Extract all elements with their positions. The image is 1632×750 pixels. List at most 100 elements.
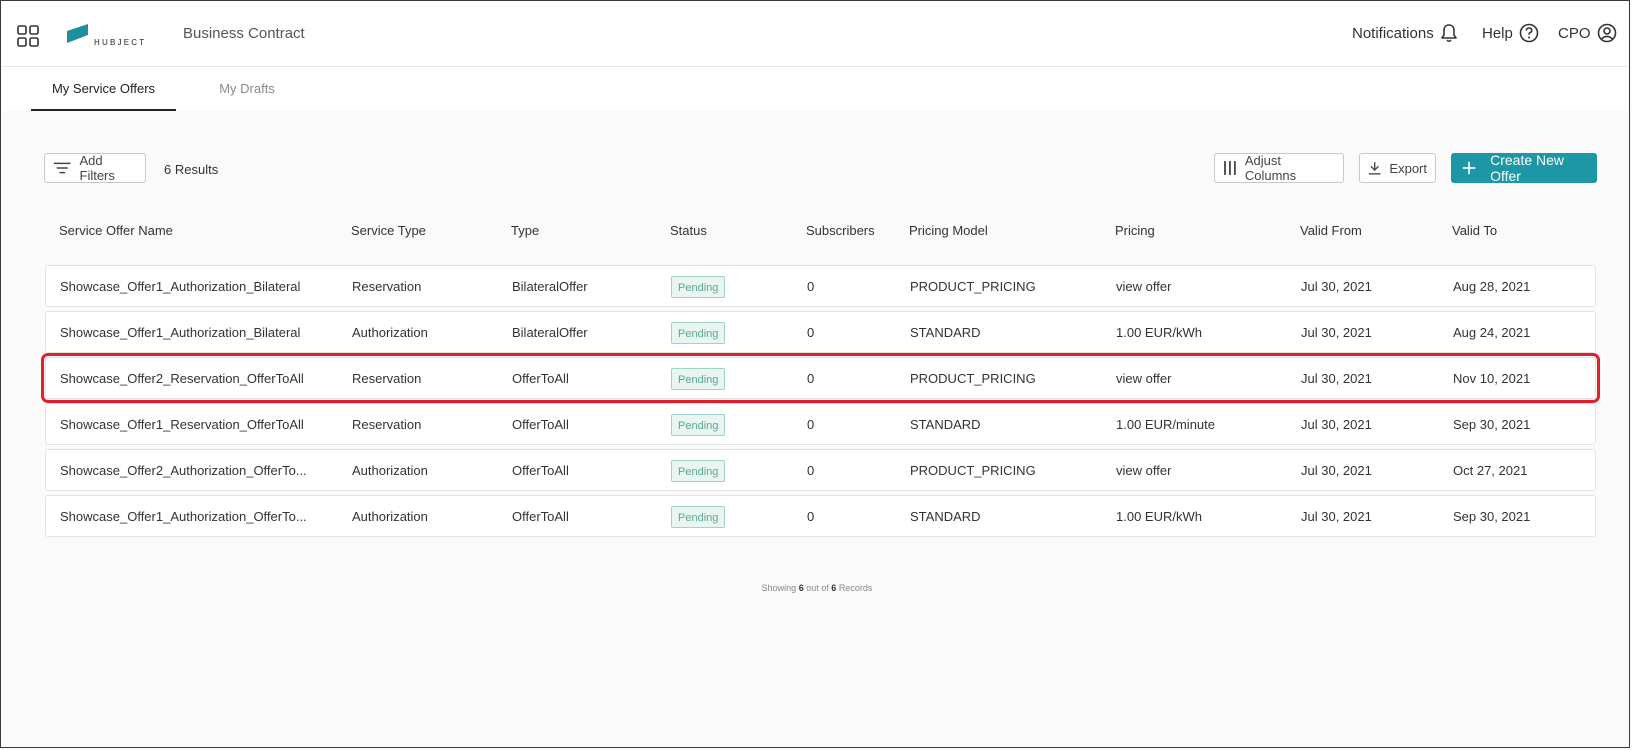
add-filters-label: Add Filters bbox=[79, 153, 115, 183]
subscribers-count: 0 bbox=[807, 417, 815, 432]
table-row[interactable]: Showcase_Offer2_Authorization_OfferTo...… bbox=[45, 449, 1596, 491]
valid-to: Aug 28, 2021 bbox=[1453, 279, 1531, 294]
valid-to: Oct 27, 2021 bbox=[1453, 463, 1528, 478]
pricing: 1.00 EUR/kWh bbox=[1116, 325, 1202, 340]
columns-icon bbox=[1224, 161, 1236, 175]
pricing: 1.00 EUR/minute bbox=[1116, 417, 1215, 432]
notifications-button[interactable]: Notifications bbox=[1352, 23, 1458, 43]
brand-text: HUBJECT bbox=[94, 38, 146, 47]
offer-type: OfferToAll bbox=[512, 417, 569, 432]
column-header-type[interactable]: Type bbox=[511, 223, 539, 238]
help-label: Help bbox=[1482, 24, 1513, 42]
column-header-valid-from[interactable]: Valid From bbox=[1300, 223, 1362, 238]
tab-bar: My Service Offers My Drafts bbox=[2, 67, 1628, 111]
hubject-logo[interactable]: HUBJECT bbox=[66, 23, 158, 49]
offer-type: BilateralOffer bbox=[512, 279, 588, 294]
valid-from: Jul 30, 2021 bbox=[1301, 417, 1372, 432]
user-circle-icon bbox=[1597, 23, 1616, 43]
service-type: Reservation bbox=[352, 279, 422, 294]
adjust-columns-label: Adjust Columns bbox=[1244, 153, 1297, 183]
tab-my-service-offers[interactable]: My Service Offers bbox=[31, 67, 176, 111]
download-icon bbox=[1368, 162, 1381, 175]
valid-from: Jul 30, 2021 bbox=[1301, 371, 1372, 386]
pricing-model: STANDARD bbox=[910, 325, 981, 340]
column-header-service-type[interactable]: Service Type bbox=[351, 223, 426, 238]
help-button[interactable]: Help bbox=[1482, 23, 1539, 43]
subscribers-count: 0 bbox=[807, 325, 815, 340]
valid-from: Jul 30, 2021 bbox=[1301, 509, 1372, 524]
records-label: Records bbox=[838, 583, 873, 593]
service-offer-name: Showcase_Offer2_Authorization_OfferTo... bbox=[60, 463, 307, 478]
subscribers-count: 0 bbox=[807, 509, 815, 524]
bell-icon bbox=[1440, 24, 1457, 43]
adjust-columns-button[interactable]: Adjust Columns bbox=[1214, 153, 1344, 183]
offer-type: OfferToAll bbox=[512, 371, 569, 386]
status-badge: Pending bbox=[671, 276, 726, 298]
service-offer-name: Showcase_Offer1_Authorization_OfferTo... bbox=[60, 509, 307, 524]
column-header-pricing-model[interactable]: Pricing Model bbox=[909, 223, 988, 238]
table-body: Showcase_Offer1_Authorization_Bilateral … bbox=[41, 265, 1600, 541]
column-header-status[interactable]: Status bbox=[670, 223, 707, 238]
pricing: view offer bbox=[1116, 463, 1172, 478]
export-button[interactable]: Export bbox=[1359, 153, 1436, 183]
records-summary: Showing 6 out of 6 Records bbox=[1, 583, 1632, 593]
add-filters-button[interactable]: Add Filters bbox=[44, 153, 146, 183]
pricing-model: PRODUCT_PRICING bbox=[910, 279, 1036, 294]
offer-type: OfferToAll bbox=[512, 463, 569, 478]
user-label: CPO bbox=[1558, 24, 1591, 42]
service-type: Authorization bbox=[352, 325, 428, 340]
app-window: HUBJECT Business Contract Notifications … bbox=[0, 0, 1630, 748]
subscribers-count: 0 bbox=[807, 463, 815, 478]
subscribers-count: 0 bbox=[807, 279, 815, 294]
app-title: Business Contract bbox=[183, 25, 305, 42]
tab-my-drafts[interactable]: My Drafts bbox=[187, 67, 307, 109]
out-of-text: out of bbox=[806, 583, 829, 593]
table-row[interactable]: Showcase_Offer1_Reservation_OfferToAll R… bbox=[45, 403, 1596, 445]
valid-to: Sep 30, 2021 bbox=[1453, 417, 1531, 432]
table-row-highlighted[interactable]: Showcase_Offer2_Reservation_OfferToAll R… bbox=[41, 353, 1600, 403]
status-badge: Pending bbox=[671, 322, 726, 344]
service-type: Reservation bbox=[352, 371, 422, 386]
status-badge: Pending bbox=[671, 368, 726, 390]
pricing-model: PRODUCT_PRICING bbox=[910, 371, 1036, 386]
valid-from: Jul 30, 2021 bbox=[1301, 325, 1372, 340]
status-badge: Pending bbox=[671, 460, 726, 482]
status-badge: Pending bbox=[671, 414, 726, 436]
valid-to: Sep 30, 2021 bbox=[1453, 509, 1531, 524]
service-offer-name: Showcase_Offer2_Reservation_OfferToAll bbox=[60, 371, 304, 386]
column-header-subscribers[interactable]: Subscribers bbox=[806, 223, 875, 238]
export-label: Export bbox=[1389, 160, 1427, 176]
app-grid-icon[interactable] bbox=[17, 25, 39, 47]
create-new-offer-button[interactable]: Create New Offer bbox=[1451, 152, 1597, 184]
table-row[interactable]: Showcase_Offer1_Authorization_Bilateral … bbox=[45, 311, 1596, 353]
pricing-model: PRODUCT_PRICING bbox=[910, 463, 1036, 478]
service-offer-name: Showcase_Offer1_Reservation_OfferToAll bbox=[60, 417, 304, 432]
shown-count: 6 bbox=[798, 583, 804, 593]
filter-icon bbox=[53, 162, 71, 174]
valid-to: Nov 10, 2021 bbox=[1453, 371, 1531, 386]
table-header: Service Offer Name Service Type Type Sta… bbox=[45, 223, 1595, 247]
service-type: Authorization bbox=[352, 509, 428, 524]
valid-from: Jul 30, 2021 bbox=[1301, 279, 1372, 294]
column-header-valid-to[interactable]: Valid To bbox=[1452, 223, 1497, 238]
service-offer-name: Showcase_Offer1_Authorization_Bilateral bbox=[60, 325, 301, 340]
user-menu-button[interactable]: CPO bbox=[1558, 23, 1617, 43]
service-offer-name: Showcase_Offer1_Authorization_Bilateral bbox=[60, 279, 301, 294]
valid-from: Jul 30, 2021 bbox=[1301, 463, 1372, 478]
pricing-model: STANDARD bbox=[910, 417, 981, 432]
table-row[interactable]: Showcase_Offer1_Authorization_Bilateral … bbox=[45, 265, 1596, 307]
offer-type: BilateralOffer bbox=[512, 325, 588, 340]
pricing-model: STANDARD bbox=[910, 509, 981, 524]
subscribers-count: 0 bbox=[807, 371, 815, 386]
help-circle-icon bbox=[1519, 23, 1539, 43]
table-row[interactable]: Showcase_Offer1_Authorization_OfferTo...… bbox=[45, 495, 1596, 537]
valid-to: Aug 24, 2021 bbox=[1453, 325, 1531, 340]
status-badge: Pending bbox=[671, 506, 726, 528]
pricing: 1.00 EUR/kWh bbox=[1116, 509, 1202, 524]
service-type: Reservation bbox=[352, 417, 422, 432]
notifications-label: Notifications bbox=[1352, 24, 1434, 42]
column-header-service-offer-name[interactable]: Service Offer Name bbox=[59, 223, 173, 238]
showing-prefix: Showing bbox=[761, 583, 797, 593]
pricing: view offer bbox=[1116, 371, 1172, 386]
column-header-pricing[interactable]: Pricing bbox=[1115, 223, 1155, 238]
